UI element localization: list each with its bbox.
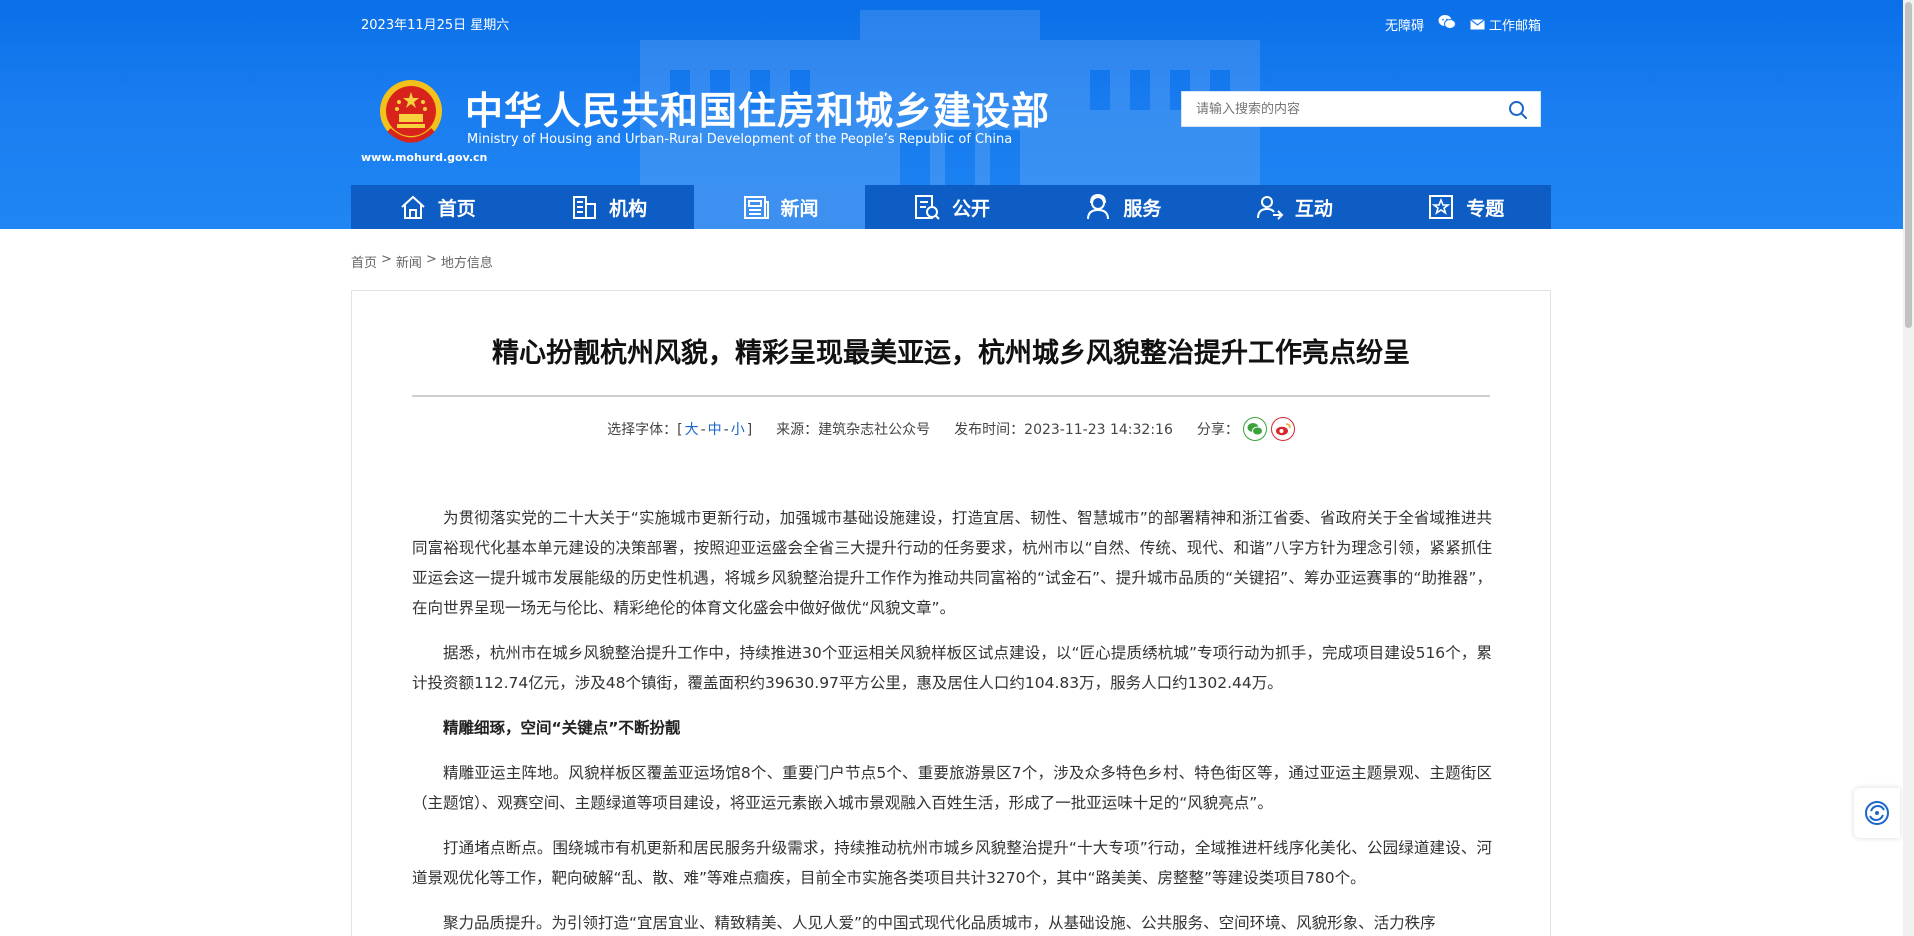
site-header: 2023年11月25日 星期六 无障碍 工作邮箱 www.mohurd.gov.… bbox=[0, 0, 1903, 229]
site-title: 中华人民共和国住房和城乡建设部 bbox=[465, 89, 1051, 133]
breadcrumb: 首页 > 新闻 > 地方信息 bbox=[351, 252, 493, 271]
breadcrumb-home[interactable]: 首页 bbox=[351, 252, 377, 271]
article-paragraph: 精雕亚运主阵地。风貌样板区覆盖亚运场馆8个、重要门户节点5个、重要旅游景区7个，… bbox=[412, 764, 1492, 812]
nav-item-home[interactable]: 首页 bbox=[351, 185, 522, 229]
interaction-icon bbox=[1256, 196, 1284, 220]
nav-item-topic[interactable]: 专题 bbox=[1380, 185, 1551, 229]
breadcrumb-news[interactable]: 新闻 bbox=[396, 252, 422, 271]
page-scrollbar[interactable] bbox=[1903, 0, 1914, 936]
share-label: 分享： bbox=[1196, 422, 1239, 438]
font-size-close: ] bbox=[746, 422, 753, 438]
scrollbar-thumb[interactable] bbox=[1905, 2, 1912, 328]
search-icon[interactable] bbox=[1508, 100, 1528, 120]
title-divider bbox=[412, 395, 1490, 397]
nav-label: 服务 bbox=[1123, 197, 1162, 220]
search-box bbox=[1181, 91, 1541, 127]
star-icon bbox=[1429, 195, 1454, 219]
nav-label: 互动 bbox=[1294, 197, 1333, 220]
article-subheading: 精雕细琢，空间“关键点”不断扮靓 bbox=[443, 719, 681, 737]
weibo-share-icon[interactable] bbox=[1270, 417, 1295, 441]
newspaper-icon bbox=[743, 196, 769, 219]
nav-item-news[interactable]: 新闻 bbox=[693, 185, 866, 229]
article-title: 精心扮靓杭州风貌，精彩呈现最美亚运，杭州城乡风貌整治提升工作亮点纷呈 bbox=[492, 338, 1410, 369]
refresh-assistant-icon bbox=[1865, 801, 1889, 825]
article-paragraph: 打通堵点断点。围绕城市有机更新和居民服务升级需求，持续推动杭州市城乡风貌整治提升… bbox=[412, 839, 1492, 887]
article-paragraph: 聚力品质提升。为引领打造“宜居宜业、精致精美、人见人爱”的中国式现代化品质城市，… bbox=[443, 914, 1436, 932]
nav-item-interaction[interactable]: 互动 bbox=[1208, 185, 1379, 229]
wechat-share-icon[interactable] bbox=[1242, 417, 1267, 441]
font-size-selector: 选择字体：[大 - 中 - 小] bbox=[607, 419, 752, 439]
breadcrumb-separator: > bbox=[381, 252, 392, 267]
wechat-icon[interactable] bbox=[1438, 14, 1456, 34]
accessibility-link[interactable]: 无障碍 bbox=[1385, 15, 1424, 34]
nav-item-agency[interactable]: 机构 bbox=[522, 185, 693, 229]
site-subtitle: Ministry of Housing and Urban-Rural Deve… bbox=[467, 132, 1013, 147]
nav-label: 机构 bbox=[609, 197, 648, 220]
top-links: 无障碍 工作邮箱 bbox=[1385, 14, 1541, 34]
font-size-label: 选择字体：[ bbox=[607, 422, 683, 438]
mail-label: 工作邮箱 bbox=[1488, 18, 1541, 34]
nav-item-service[interactable]: 服务 bbox=[1037, 185, 1208, 229]
article-body: 为贯彻落实党的二十大关于“实施城市更新行动，加强城市基础设施建设，打造宜居、韧性… bbox=[412, 503, 1492, 936]
nav-label: 新闻 bbox=[780, 197, 819, 220]
breadcrumb-separator: > bbox=[425, 252, 437, 267]
font-size-big[interactable]: 大 bbox=[685, 422, 699, 438]
font-size-medium[interactable]: 中 bbox=[708, 422, 722, 438]
mail-icon bbox=[1470, 18, 1485, 29]
article-paragraph: 据悉，杭州市在城乡风貌整治提升工作中，持续推进30个亚运相关风貌样板区试点建设，… bbox=[412, 644, 1492, 692]
article-panel: 精心扮靓杭州风貌，精彩呈现最美亚运，杭州城乡风貌整治提升工作亮点纷呈 选择字体：… bbox=[351, 290, 1551, 936]
mail-link[interactable]: 工作邮箱 bbox=[1470, 15, 1541, 34]
nav-item-public[interactable]: 公开 bbox=[865, 185, 1036, 229]
site-logo[interactable]: www.mohurd.gov.cn 中华人民共和国住房和城乡建设部 Minist… bbox=[361, 76, 1049, 168]
article-source: 来源：建筑杂志社公众号 bbox=[776, 422, 931, 438]
home-icon bbox=[401, 195, 425, 219]
service-icon bbox=[1087, 193, 1110, 220]
top-bar: 2023年11月25日 星期六 无障碍 工作邮箱 bbox=[361, 12, 1541, 34]
nav-label: 专题 bbox=[1466, 197, 1505, 220]
article-time: 发布时间：2023-11-23 14:32:16 bbox=[954, 422, 1173, 438]
font-size-dash: - bbox=[723, 422, 729, 438]
font-size-small[interactable]: 小 bbox=[731, 422, 745, 438]
document-icon bbox=[914, 195, 940, 220]
font-size-dash: - bbox=[700, 422, 706, 438]
floating-assistant-button[interactable] bbox=[1854, 788, 1900, 838]
nav-label: 首页 bbox=[437, 197, 476, 220]
building-icon bbox=[573, 196, 597, 219]
nav-label: 公开 bbox=[951, 197, 990, 220]
search-input[interactable] bbox=[1182, 92, 1492, 126]
article-paragraph: 为贯彻落实党的二十大关于“实施城市更新行动，加强城市基础设施建设，打造宜居、韧性… bbox=[412, 509, 1492, 617]
share-bar: 分享： bbox=[1197, 417, 1295, 441]
current-date: 2023年11月25日 星期六 bbox=[361, 18, 510, 33]
breadcrumb-current[interactable]: 地方信息 bbox=[441, 252, 493, 271]
national-emblem-icon bbox=[380, 80, 442, 143]
article-meta: 选择字体：[大 - 中 - 小] 来源：建筑杂志社公众号 发布时间：2023-11-23… bbox=[352, 417, 1550, 441]
main-nav: 首页 机构 新闻 公开 服务 互动 专题 bbox=[351, 185, 1551, 229]
site-domain: www.mohurd.gov.cn bbox=[361, 151, 488, 164]
